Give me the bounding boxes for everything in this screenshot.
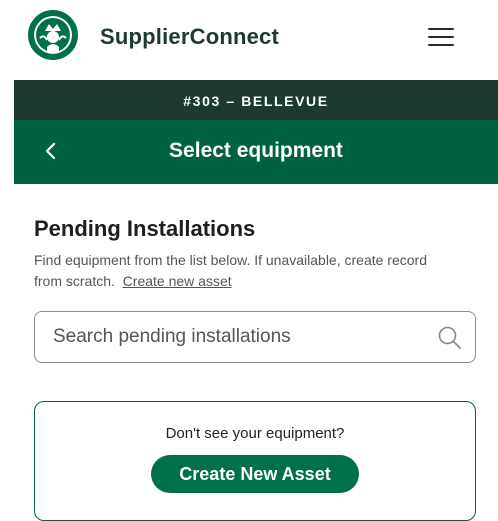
section-description: Find equipment from the list below. If u… [34, 250, 454, 292]
app-title: SupplierConnect [100, 24, 280, 49]
missing-equipment-card: Don't see your equipment? Create New Ass… [34, 401, 476, 521]
starbucks-logo [28, 10, 78, 60]
create-new-asset-button[interactable]: Create New Asset [151, 455, 359, 493]
hamburger-menu-icon[interactable] [428, 28, 454, 48]
search-icon[interactable] [437, 325, 463, 351]
store-banner: #303 – BELLEVUE [14, 80, 498, 120]
search-input[interactable] [53, 324, 403, 350]
nav-bar: Select equipment [14, 120, 498, 184]
top-app-bar: SupplierConnect [0, 0, 498, 80]
create-new-asset-link[interactable]: Create new asset [123, 273, 232, 289]
card-prompt: Don't see your equipment? [165, 425, 345, 442]
page-title: Select equipment [169, 139, 343, 162]
search-box [34, 311, 476, 363]
section-title: Pending Installations [34, 216, 256, 241]
